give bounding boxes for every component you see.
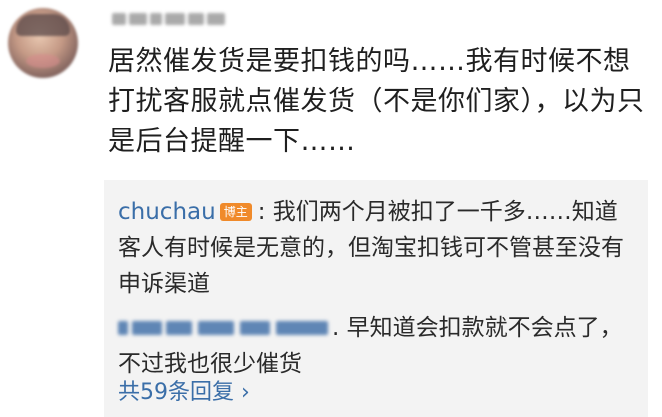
reply-item: chuchau 博主: 我们两个月被扣了一千多……知道客人有时候是无意的，但淘宝扣… <box>118 194 638 302</box>
author-badge: 博主 <box>219 203 252 221</box>
commenter-name-redacted <box>112 10 230 28</box>
reply-author-name-redacted[interactable] <box>118 317 332 339</box>
replies-panel: chuchau 博主: 我们两个月被扣了一千多……知道客人有时候是无意的，但淘宝扣… <box>104 180 648 417</box>
comment-text: 居然催发货是要扣钱的吗……我有时候不想打扰客服就点催发货（不是你们家），以为只是… <box>108 46 645 157</box>
view-all-replies-link[interactable]: 共59条回复 › <box>118 378 250 408</box>
commenter-avatar[interactable] <box>8 8 78 78</box>
reply-item: . 早知道会扣款就不会点了，不过我也很少催货 <box>118 310 638 382</box>
reply-author-name[interactable]: chuchau <box>118 199 216 225</box>
